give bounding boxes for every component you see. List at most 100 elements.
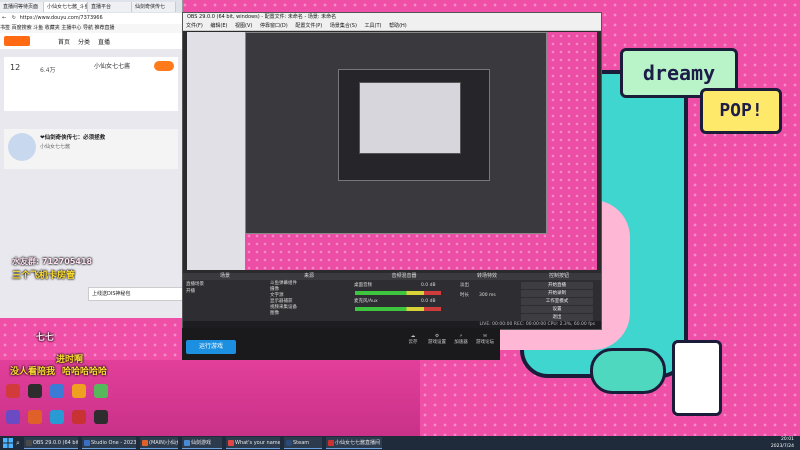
menu-item[interactable]: 编辑(E): [207, 23, 230, 29]
back-icon[interactable]: ←: [0, 15, 8, 21]
app-icon[interactable]: [28, 384, 42, 398]
menu-item[interactable]: 帮助(H): [386, 23, 410, 29]
menu-item[interactable]: 场景集合(S): [327, 23, 360, 29]
follower-count: 6.4万: [40, 67, 56, 74]
nav-home[interactable]: 首页: [58, 37, 70, 46]
accelerator-icon[interactable]: ⚡ 加速器: [452, 334, 470, 356]
taskbar-item[interactable]: OBS 29.0.0 (64 bit): [24, 437, 78, 449]
clock-time: 20:01: [781, 437, 794, 442]
obs-title-bar: OBS 29.0.0 (64 bit, windows) - 配置文件: 未命名…: [183, 13, 601, 22]
taskbar-item[interactable]: (MAIN)小仙女七七酱: [140, 437, 178, 449]
preview-browser-capture: [187, 32, 245, 270]
mixer-track-name: 麦克风/Aux: [354, 299, 378, 304]
app-icon[interactable]: [50, 410, 64, 424]
obs-preview[interactable]: [187, 32, 597, 270]
live-subtitle: 小仙女七七酱: [40, 144, 71, 150]
obs-title-text: OBS 29.0.0 (64 bit, windows) - 配置文件: 未命名…: [187, 14, 337, 20]
follow-button[interactable]: [154, 61, 174, 71]
app-icon[interactable]: [94, 410, 108, 424]
chat-message: 没人看陪我: [10, 367, 56, 377]
forum-icon[interactable]: ✉ 游戏论坛: [476, 334, 494, 356]
windows-start-icon[interactable]: [3, 438, 13, 448]
streamer-name[interactable]: 小仙女七七酱: [94, 61, 130, 70]
site-nav: 首页 分类 直播: [0, 33, 182, 50]
fan-group-text: 水友群: 712705418: [12, 257, 93, 266]
start-recording-button[interactable]: 开始录制: [521, 290, 593, 297]
taskbar-item[interactable]: 小仙女七七酱直播间: [326, 437, 382, 449]
obs-menu-bar: 文件(F) 编辑(E) 视图(V) 停靠窗口(D) 配置文件(P) 场景集合(S…: [183, 22, 601, 31]
browser-tab-active[interactable]: 小仙女七七酱_斗鱼: [44, 2, 88, 12]
studio-mode-button[interactable]: 工作室模式: [521, 298, 593, 305]
desktop-icons: [0, 380, 120, 436]
chat-message: 三个飞机卡房管: [12, 271, 76, 281]
mixer-header: 音频混音器: [351, 273, 457, 280]
audio-meter: [355, 307, 441, 311]
refresh-icon[interactable]: ↻: [10, 15, 18, 21]
menu-item[interactable]: 文件(F): [183, 23, 206, 29]
taskbar: ⌕ OBS 29.0.0 (64 bit) Studio One - 2023 (M…: [0, 436, 800, 450]
game-launcher-bar: 运行游戏 ☁ 云存 ⚙ 游戏设置 ⚡ 加速器 ✉ 游戏论坛: [182, 328, 500, 360]
nested-obs-preview: [338, 69, 490, 181]
start-streaming-button[interactable]: 开始直播: [521, 282, 593, 289]
taskbar-item[interactable]: 仙剑游戏: [182, 437, 222, 449]
taskbar-item[interactable]: What's your name: [226, 437, 280, 449]
scene-item[interactable]: 直播场景: [186, 282, 204, 288]
avatar[interactable]: [8, 133, 36, 161]
preview-desktop-capture: [245, 32, 597, 270]
transition-select[interactable]: 淡出: [460, 283, 469, 289]
streamer-card: 12 6.4万 小仙女七七酱: [4, 57, 178, 111]
cloud-save-icon[interactable]: ☁ 云存: [404, 334, 422, 356]
app-icon[interactable]: [72, 384, 86, 398]
level-number: 12: [10, 63, 21, 72]
hourglass-icon: [672, 340, 722, 416]
nav-live[interactable]: 直播: [98, 37, 110, 46]
browser-tab[interactable]: 直播间等待页面: [0, 2, 44, 12]
app-icon[interactable]: [72, 410, 86, 424]
menu-item[interactable]: 工具(T): [362, 23, 385, 29]
audio-meter: [355, 291, 441, 295]
menu-item[interactable]: 停靠窗口(D): [257, 23, 291, 29]
game-settings-icon[interactable]: ⚙ 游戏设置: [428, 334, 446, 356]
exit-button[interactable]: 退出: [521, 314, 593, 321]
menu-item[interactable]: 视图(V): [232, 23, 255, 29]
duration-label: 时长: [460, 293, 469, 298]
search-icon[interactable]: ⌕: [16, 439, 20, 448]
browser-tab[interactable]: 直播平台: [88, 2, 132, 12]
source-item[interactable]: 图像: [270, 311, 279, 317]
controls-header: 控制按钮: [517, 273, 601, 280]
wallpaper-pop-sign: POP!: [700, 88, 782, 134]
taskbar-item[interactable]: Studio One - 2023: [82, 437, 136, 449]
deep-obs-capture: [359, 82, 461, 154]
run-game-button[interactable]: 运行游戏: [186, 340, 236, 354]
obs-status-text: LIVE: 00:00:00 REC: 00:00:00 CPU: 2.3%, …: [479, 322, 595, 327]
sources-header: 来源: [267, 273, 351, 280]
browser-tab-bar: 直播间等待页面 小仙女七七酱_斗鱼 直播平台 仙剑奇侠传七: [0, 0, 182, 13]
duration-input[interactable]: 300 ms: [479, 293, 496, 299]
danmaku-overlay: 水友群: 712705418 三个飞机卡房管 七七 进时啊 没人看陪我 哈哈哈哈…: [0, 252, 110, 392]
scene-item[interactable]: 开播: [186, 289, 195, 295]
menu-item[interactable]: 配置文件(P): [292, 23, 325, 29]
app-icon[interactable]: [6, 384, 20, 398]
browser-tab[interactable]: 仙剑奇侠传七: [132, 2, 176, 12]
settings-button[interactable]: 设置: [521, 306, 593, 313]
mixer-track-db: 0.0 dB: [421, 283, 436, 288]
taskbar-item[interactable]: Steam: [284, 437, 322, 449]
live-title: ❤仙剑奇侠传七：必须拯救: [40, 135, 106, 141]
app-icon[interactable]: [28, 410, 42, 424]
mixer-track-name: 桌面音频: [354, 283, 372, 288]
live-info-strip: ❤仙剑奇侠传七：必须拯救 小仙女七七酱: [4, 129, 178, 169]
url-text: https://www.douyu.com/7373966: [19, 15, 103, 21]
nested-obs-capture: [245, 32, 547, 234]
chat-message: 哈哈哈哈哈: [62, 367, 108, 377]
nav-category[interactable]: 分类: [78, 37, 90, 46]
clock-date: 2023/7/24: [770, 444, 794, 449]
app-icon[interactable]: [6, 410, 20, 424]
obs-window: OBS 29.0.0 (64 bit, windows) - 配置文件: 未命名…: [182, 12, 602, 330]
app-icon[interactable]: [50, 384, 64, 398]
app-icon[interactable]: [94, 384, 108, 398]
transitions-header: 转场特效: [457, 273, 517, 280]
douyu-logo[interactable]: [4, 36, 30, 46]
mixer-track-db: 0.0 dB: [421, 299, 436, 304]
wallpaper-cloud-art: [590, 348, 666, 394]
system-clock[interactable]: 20:01 2023/7/24: [771, 436, 794, 450]
